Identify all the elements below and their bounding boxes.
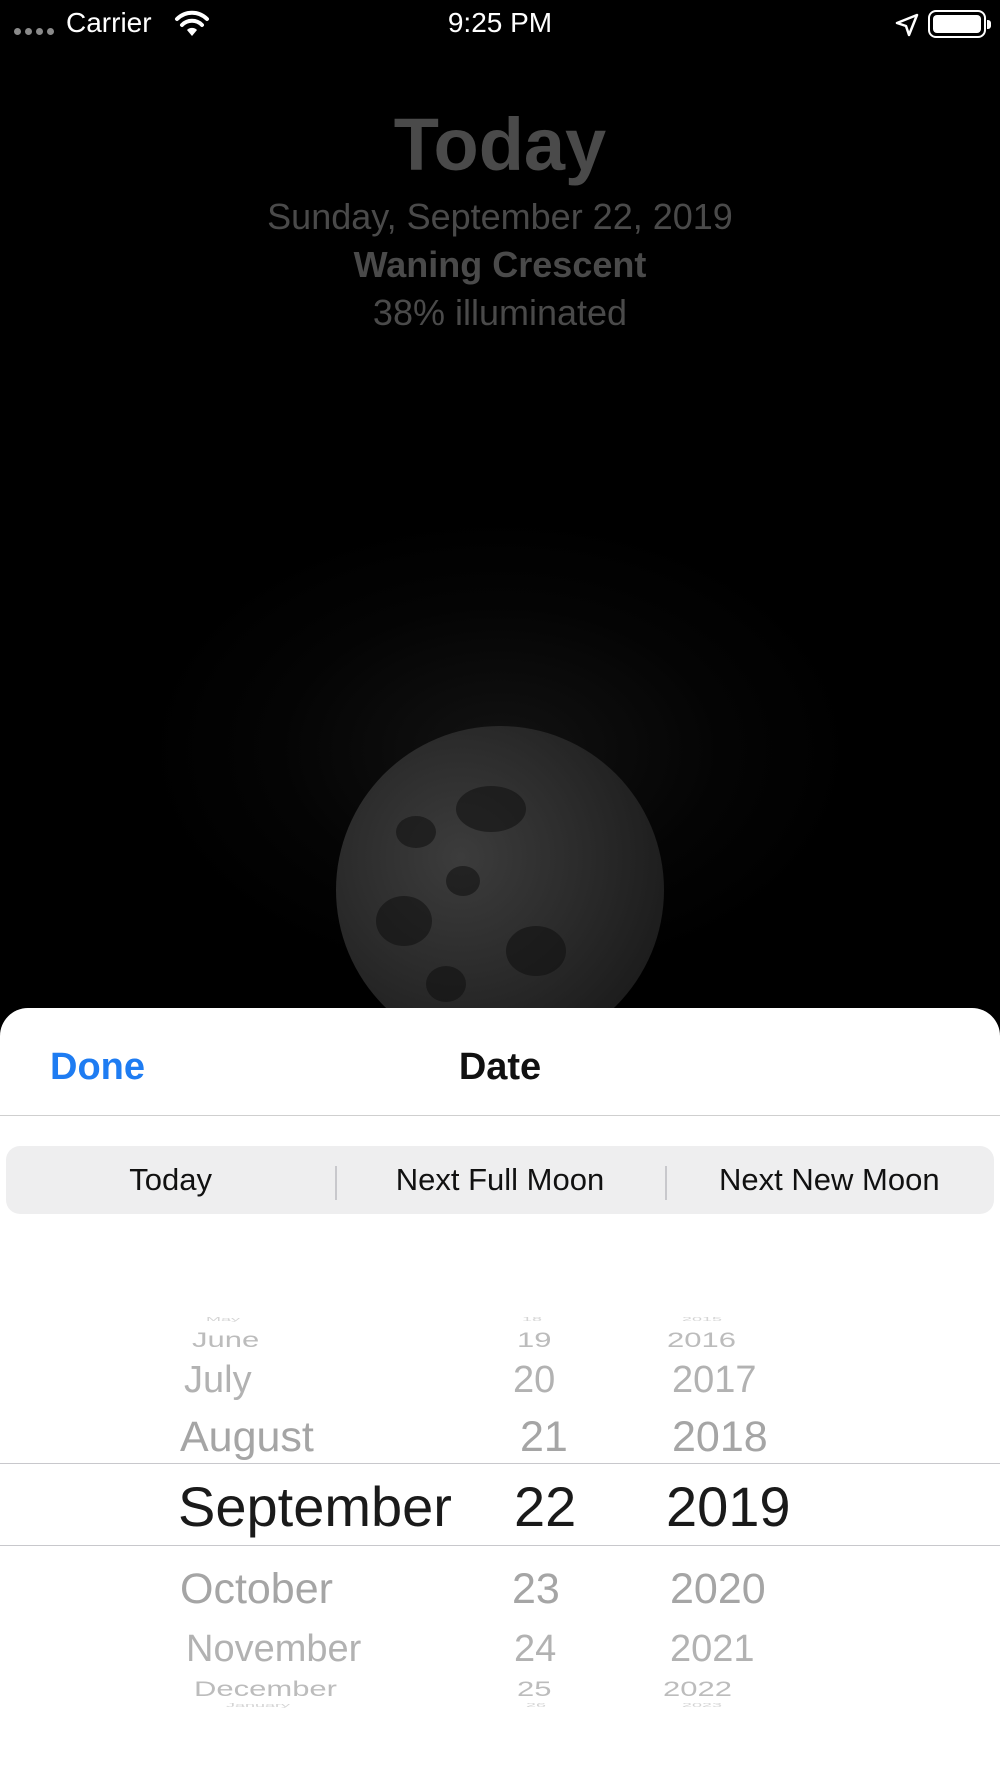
segment-next-full-moon[interactable]: Next Full Moon (335, 1162, 664, 1200)
status-time: 9:25 PM (447, 7, 553, 38)
moon-date: Sunday, September 22, 2019 (267, 196, 733, 237)
month-option[interactable]: May (206, 1316, 240, 1322)
picker-selection-line-bottom (0, 1545, 1000, 1546)
location-arrow-icon (894, 12, 920, 43)
month-option[interactable]: August (180, 1413, 314, 1462)
day-option[interactable]: 19 (517, 1327, 551, 1352)
year-option[interactable]: 2020 (670, 1565, 766, 1614)
date-picker[interactable]: May June July August September October N… (0, 1280, 1000, 1716)
date-shortcut-segmented-control: Today Next Full Moon Next New Moon (6, 1146, 994, 1214)
day-option[interactable]: 23 (512, 1565, 560, 1614)
month-option[interactable]: October (180, 1565, 333, 1614)
day-option[interactable]: 25 (517, 1676, 551, 1701)
month-option[interactable]: January (226, 1702, 290, 1708)
date-sheet: Done Date Today Next Full Moon Next New … (0, 1008, 1000, 1778)
month-option[interactable]: December (194, 1676, 337, 1701)
day-option[interactable]: 20 (513, 1359, 555, 1402)
month-option[interactable]: June (192, 1327, 259, 1352)
moon-phase: Waning Crescent (353, 244, 647, 285)
moon-illumination: 38% illuminated (372, 292, 628, 333)
day-option[interactable]: 24 (514, 1628, 556, 1671)
year-option[interactable]: 2023 (682, 1702, 722, 1708)
sheet-title: Date (458, 1046, 542, 1088)
battery-icon (928, 10, 991, 38)
divider (0, 1115, 1000, 1116)
month-option[interactable]: July (184, 1359, 252, 1402)
day-option[interactable]: 21 (520, 1413, 568, 1462)
picker-selection-line-top (0, 1463, 1000, 1464)
moon-image (336, 726, 664, 1054)
day-option[interactable]: 26 (526, 1702, 546, 1708)
year-selected[interactable]: 2019 (666, 1474, 791, 1539)
status-bar: Carrier 9:25 PM (0, 0, 1000, 50)
year-option[interactable]: 2015 (682, 1316, 722, 1322)
year-option[interactable]: 2018 (672, 1413, 768, 1462)
year-option[interactable]: 2016 (667, 1327, 736, 1352)
year-option[interactable]: 2021 (670, 1628, 755, 1671)
year-option[interactable]: 2022 (663, 1676, 732, 1701)
year-option[interactable]: 2017 (672, 1359, 757, 1402)
day-selected[interactable]: 22 (514, 1474, 576, 1539)
day-option[interactable]: 18 (522, 1316, 542, 1322)
segment-next-new-moon[interactable]: Next New Moon (664, 1162, 994, 1200)
moon-title: Today (393, 103, 607, 186)
month-option[interactable]: November (186, 1628, 361, 1671)
month-selected[interactable]: September (178, 1474, 452, 1539)
segment-today[interactable]: Today (6, 1162, 335, 1198)
